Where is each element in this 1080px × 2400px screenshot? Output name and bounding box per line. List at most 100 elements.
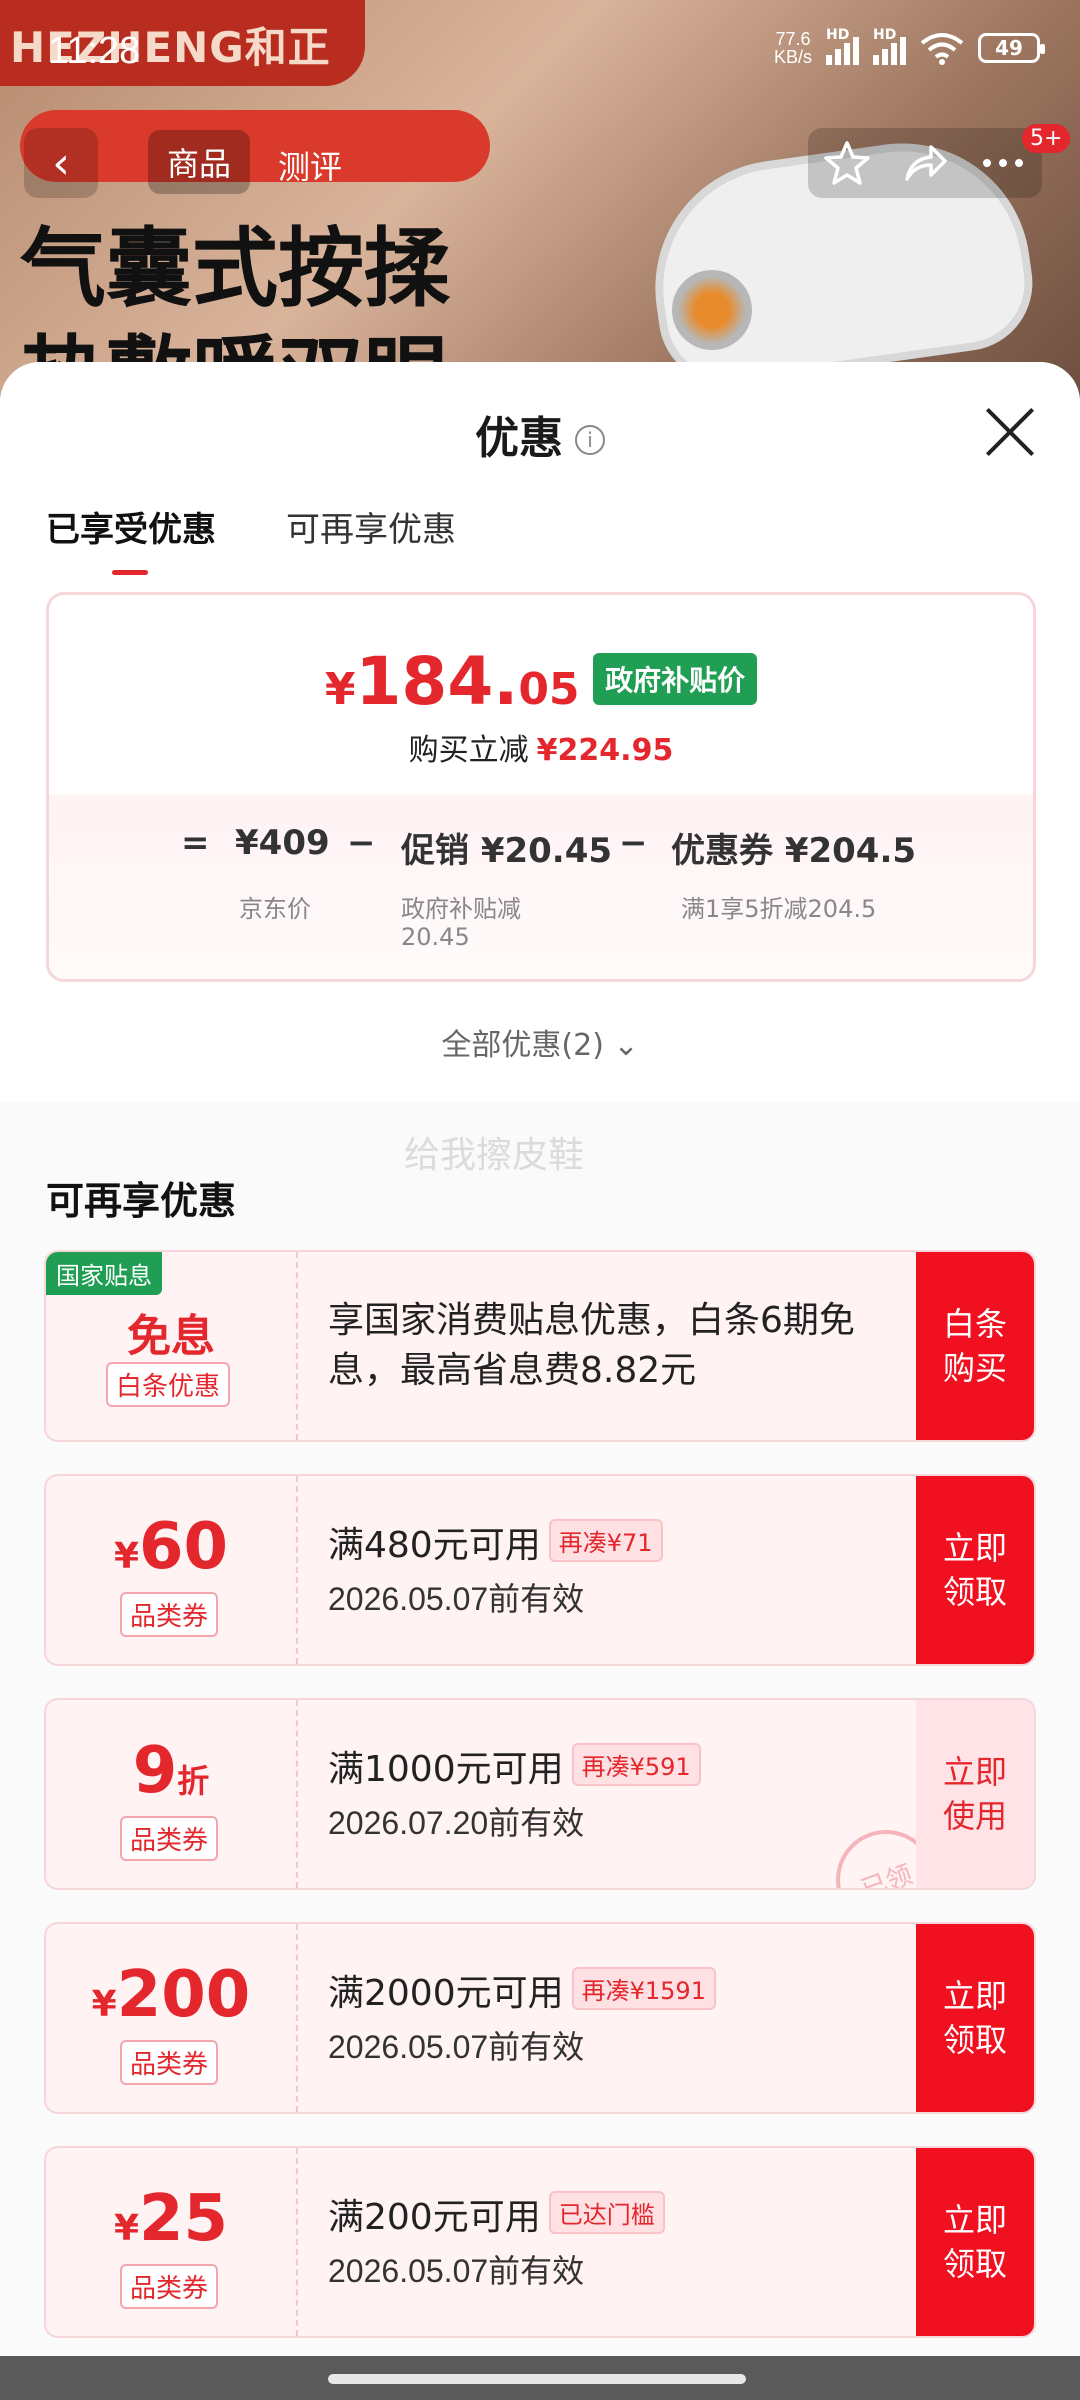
offers-sheet: 优惠 i 已享受优惠 可再享优惠 ¥184.05 政府补贴价 购买立减 ¥224.9… — [0, 362, 1080, 2400]
coupon-value: ¥60 — [46, 1510, 296, 1584]
promo-sub-label: 政府补贴减 — [401, 895, 521, 923]
tab-product[interactable]: 商品 — [148, 130, 250, 194]
coupon-value: ¥25 — [46, 2182, 296, 2256]
status-icons: 77.6 KB/s HD HD 49 — [774, 27, 1045, 66]
jd-price: ¥409 — [235, 823, 330, 863]
price-decimal: 05 — [518, 664, 580, 715]
more-icon[interactable] — [979, 139, 1027, 187]
coupon-amount: 优惠券 ¥204.5 — [671, 831, 917, 871]
gov-subsidy-tag: 政府补贴价 — [593, 653, 758, 705]
home-indicator[interactable] — [328, 2374, 746, 2384]
all-offers-label: 全部优惠(2) — [441, 1028, 604, 1063]
card-left: ¥200 品类券 — [46, 1924, 298, 2112]
message-badge: 5+ — [1022, 124, 1071, 153]
final-price: ¥184.05 政府补贴价 — [49, 643, 1033, 720]
baitiao-offer-label: 白条优惠 — [106, 1362, 231, 1407]
coupon-type: 品类券 — [120, 1816, 219, 1861]
back-icon: ‹ — [52, 137, 70, 189]
hero-headline-1: 气囊式按揉 — [20, 219, 450, 319]
coupon-amount: 60 — [139, 1510, 229, 1584]
offer-tabs: 已享受优惠 可再享优惠 — [46, 502, 456, 575]
battery-icon: 49 — [978, 33, 1045, 63]
coupon-expiry: 2026.05.07前有效 — [328, 2253, 585, 2289]
claim-coupon-button[interactable]: 立即 领取 — [916, 1924, 1034, 2112]
promo-amount: 促销 ¥20.45 — [401, 831, 613, 871]
interest-description: 享国家消费贴息优惠，白条6期免息，最高省息费8.82元 — [328, 1300, 855, 1391]
discount-amount: ¥224.95 — [536, 733, 674, 768]
coupon-condition: 满200元可用 — [328, 2197, 541, 2238]
coupon-card: 9折 品类券 满1000元可用 再凑¥591 2026.07.20前有效 已领 立… — [44, 1698, 1036, 1890]
all-offers-toggle[interactable]: 全部优惠(2) ⌄ — [0, 1020, 1080, 1064]
coupon-type: 品类券 — [120, 2040, 219, 2085]
hd-label: HD — [826, 27, 850, 43]
use-coupon-button[interactable]: 立即 使用 — [916, 1700, 1034, 1888]
share-icon[interactable] — [901, 139, 949, 187]
price-summary-card: ¥184.05 政府补贴价 购买立减 ¥224.95 = ¥409 − 促销 ¥2… — [46, 592, 1036, 982]
coupon-type: 品类券 — [120, 1592, 219, 1637]
status-time: 11:28 — [48, 30, 141, 72]
coupon-unit: 折 — [177, 1762, 210, 1800]
equals-sign: = — [181, 823, 210, 863]
tab-enjoyed-offers[interactable]: 已享受优惠 — [46, 502, 216, 575]
coupon-condition: 满2000元可用 — [328, 1973, 564, 2014]
coupon-card: ¥60 品类券 满480元可用 再凑¥71 2026.05.07前有效 立即 领取 — [44, 1474, 1036, 1666]
coupon-expiry: 2026.05.07前有效 — [328, 1581, 585, 1617]
coupon-details: 满1000元可用 再凑¥591 2026.07.20前有效 — [328, 1740, 904, 1844]
coupon-condition: 满480元可用 — [328, 1525, 541, 1566]
coupon-expiry: 2026.07.20前有效 — [328, 1805, 585, 1841]
coupon-value: 9折 — [46, 1734, 296, 1808]
cell-signal-1-icon: HD — [826, 27, 859, 65]
nav-actions — [808, 128, 1042, 198]
instant-discount: 购买立减 ¥224.95 — [49, 725, 1033, 769]
card-left: ¥25 品类券 — [46, 2148, 298, 2336]
coupon-card: ¥25 品类券 满200元可用 已达门槛 2026.05.07前有效 立即 领取 — [44, 2146, 1036, 2338]
coupon-amount: 9 — [132, 1734, 178, 1808]
tab-review[interactable]: 测评 — [278, 142, 342, 188]
back-button[interactable]: ‹ — [24, 128, 98, 198]
card-left: 9折 品类券 — [46, 1700, 298, 1888]
coupon-currency: ¥ — [113, 1536, 139, 1577]
network-speed: 77.6 KB/s — [774, 30, 812, 66]
coupon-gap-tag: 再凑¥71 — [548, 1519, 663, 1562]
info-icon[interactable]: i — [575, 425, 605, 455]
chevron-down-icon: ⌄ — [613, 1028, 639, 1063]
coupon-currency: ¥ — [113, 2208, 139, 2249]
tab-more-offers[interactable]: 可再享优惠 — [286, 502, 456, 551]
coupon-details: 满2000元可用 再凑¥1591 2026.05.07前有效 — [328, 1964, 904, 2068]
price-currency: ¥ — [324, 664, 356, 715]
coupon-details: 满200元可用 已达门槛 2026.05.07前有效 — [328, 2188, 904, 2292]
card-left: 国家贴息 免息 白条优惠 — [46, 1252, 298, 1440]
claim-coupon-button[interactable]: 立即 领取 — [916, 1476, 1034, 1664]
coupon-expiry: 2026.05.07前有效 — [328, 2029, 585, 2065]
watermark-text: 给我擦皮鞋 — [404, 1135, 585, 1176]
coupon-sub-label: 满1享5折减204.5 — [681, 895, 877, 923]
coupon-condition: 满1000元可用 — [328, 1749, 564, 1790]
discount-label: 购买立减 — [408, 733, 529, 768]
claim-coupon-button[interactable]: 立即 领取 — [916, 2148, 1034, 2336]
interest-free-label: 免息 — [127, 1311, 215, 1362]
coupon-amount: 25 — [139, 2182, 229, 2256]
minus-sign: − — [347, 823, 376, 863]
baitiao-buy-button[interactable]: 白条 购买 — [916, 1252, 1034, 1440]
cell-signal-2-icon: HD — [873, 27, 906, 65]
minus-sign: − — [619, 823, 648, 863]
coupon-value: ¥200 — [46, 1958, 296, 2032]
price-integer: 184. — [355, 643, 519, 720]
coupon-gap-tag: 已达门槛 — [548, 2191, 665, 2234]
net-speed-unit: KB/s — [773, 47, 812, 67]
coupon-currency: ¥ — [91, 1984, 117, 2025]
coupon-amount: 200 — [116, 1958, 251, 2032]
jd-price-label: 京东价 — [239, 895, 311, 923]
price-calculation: = ¥409 − 促销 ¥20.45 − 优惠券 ¥204.5 — [49, 823, 1033, 883]
favorite-star-icon[interactable] — [823, 139, 871, 187]
coupon-gap-tag: 再凑¥1591 — [571, 1967, 716, 2010]
hd-label: HD — [873, 27, 897, 43]
interest-free-card: 国家贴息 免息 白条优惠 享国家消费贴息优惠，白条6期免息，最高省息费8.82元… — [44, 1250, 1036, 1442]
card-left: ¥60 品类券 — [46, 1476, 298, 1664]
sheet-title-text: 优惠 — [475, 413, 563, 464]
coupon-type: 品类券 — [120, 2264, 219, 2309]
sheet-title: 优惠 i — [0, 402, 1080, 466]
wifi-icon — [920, 33, 964, 65]
product-button-detail — [672, 270, 752, 350]
close-button[interactable] — [984, 406, 1036, 458]
